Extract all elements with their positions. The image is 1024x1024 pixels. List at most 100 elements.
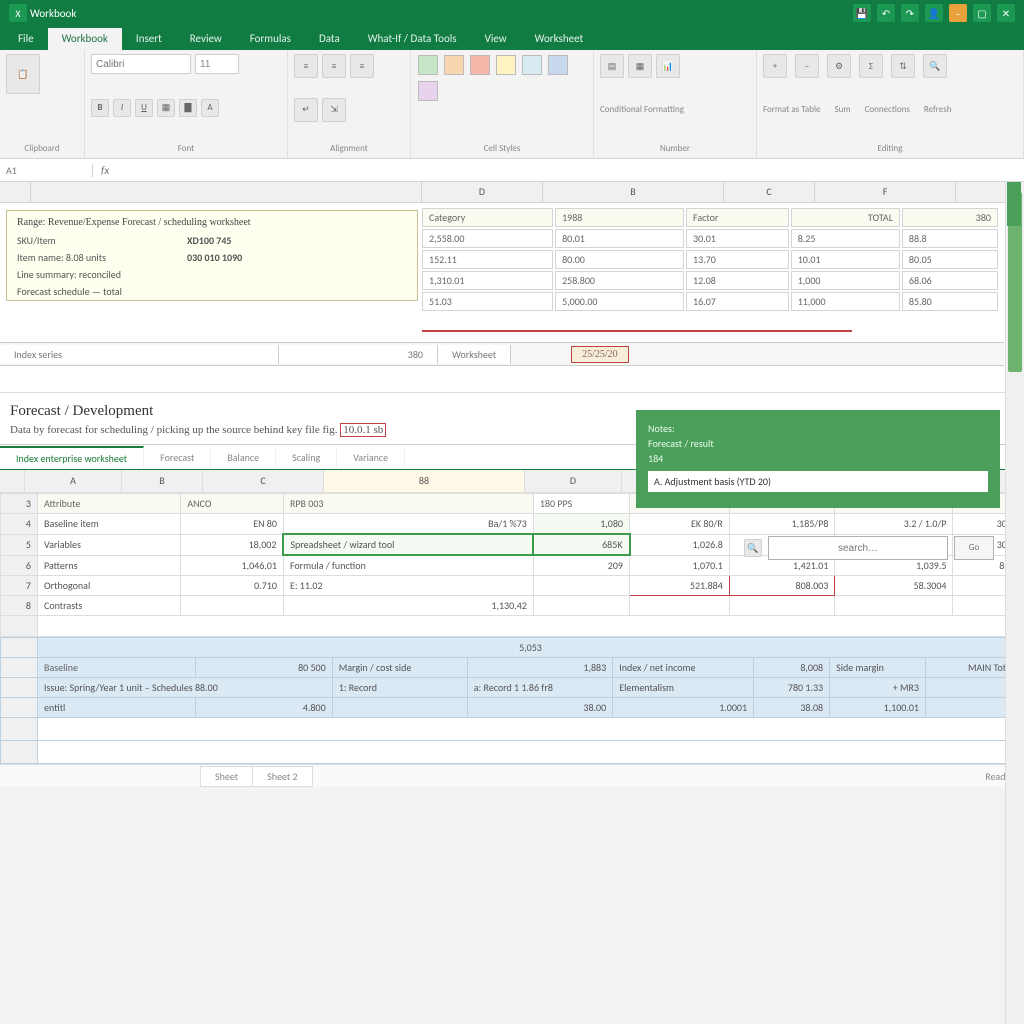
- tab-insert[interactable]: Insert: [122, 28, 176, 50]
- search-icon: 🔍: [744, 539, 762, 557]
- info-panel: Notes: Forecast / result 184 A. Adjustme…: [636, 410, 1000, 508]
- maximize-icon[interactable]: ▢: [973, 4, 991, 22]
- sort-icon[interactable]: ⇅: [891, 54, 915, 78]
- tab-review[interactable]: Review: [176, 28, 236, 50]
- formula-bar: A1 fx: [0, 159, 1024, 182]
- align-right-icon[interactable]: ≡: [350, 54, 374, 78]
- tab-worksheet[interactable]: Worksheet: [438, 345, 511, 364]
- sheet-tab-1[interactable]: Sheet: [200, 766, 253, 787]
- col-f[interactable]: F: [815, 182, 956, 202]
- underline-icon[interactable]: U: [135, 99, 153, 117]
- swatch-yellow[interactable]: [496, 55, 516, 75]
- swatch-tan[interactable]: [444, 55, 464, 75]
- embedded-data-table: 3 Attribute ANCO RPB 003 180 PPS IK 80/1…: [0, 493, 1024, 637]
- font-color-icon[interactable]: A: [201, 99, 219, 117]
- search-go-button[interactable]: Go: [954, 536, 994, 560]
- highlighted-value: 10.0.1 sb: [340, 423, 386, 437]
- mid-tabstrip: Index series 380 Worksheet 25/25/20: [0, 342, 1004, 366]
- tab-view[interactable]: View: [471, 28, 521, 50]
- search-input[interactable]: [768, 536, 948, 560]
- name-box[interactable]: A1: [0, 164, 93, 177]
- swatch-blue[interactable]: [548, 55, 568, 75]
- styles-group-label: Cell Styles: [417, 143, 587, 154]
- sect-tab-3[interactable]: Scaling: [276, 447, 337, 468]
- find-icon[interactable]: 🔍: [923, 54, 947, 78]
- red-outline-cell-1[interactable]: 521.884: [630, 576, 730, 596]
- sheet-tab-2[interactable]: Sheet 2: [252, 766, 312, 787]
- ribbon-tab-strip: File Workbook Insert Review Formulas Dat…: [0, 26, 1024, 50]
- tab-file[interactable]: File: [4, 28, 48, 50]
- undo-icon[interactable]: ↶: [877, 4, 895, 22]
- paste-icon[interactable]: 📋: [6, 54, 40, 94]
- green-selection-cell-1[interactable]: Spreadsheet / wizard tool: [283, 534, 533, 555]
- sheet-tab-strip: Sheet Sheet 2 Ready: [0, 764, 1024, 787]
- tab-whatif[interactable]: What-If / Data Tools: [354, 28, 471, 50]
- merge-icon[interactable]: ⇲: [322, 98, 346, 122]
- insert-cells-icon[interactable]: +: [763, 54, 787, 78]
- highlighted-date-cell[interactable]: 25/25/20: [571, 346, 629, 363]
- alignment-group-label: Alignment: [294, 143, 404, 154]
- vertical-scrollbar[interactable]: [1005, 182, 1024, 1024]
- sect-tab-1[interactable]: Forecast: [144, 447, 211, 468]
- user-icon[interactable]: 👤: [925, 4, 943, 22]
- tool-label-4: Refresh: [924, 104, 952, 115]
- tab-home[interactable]: Workbook: [48, 28, 122, 50]
- green-selection-cell-2[interactable]: 685K: [533, 534, 629, 555]
- tab-formulas[interactable]: Formulas: [236, 28, 305, 50]
- redo-icon[interactable]: ↷: [901, 4, 919, 22]
- tab-worksheet[interactable]: Worksheet: [521, 28, 598, 50]
- table-icon[interactable]: ▦: [628, 54, 652, 78]
- select-all-corner[interactable]: [0, 182, 31, 202]
- ribbon: 📋 Clipboard B I U ▦ ▇ A Font ≡ ≡ ≡ ↵ ⇲ A…: [0, 50, 1024, 159]
- minimize-icon[interactable]: –: [949, 4, 967, 22]
- save-icon[interactable]: 💾: [853, 4, 871, 22]
- editing-group-label: Editing: [763, 143, 1017, 154]
- close-icon[interactable]: ✕: [997, 4, 1015, 22]
- fill-color-icon[interactable]: ▇: [179, 99, 197, 117]
- sect-tab-2[interactable]: Balance: [211, 447, 276, 468]
- upper-data-table[interactable]: Category 1988 Factor TOTAL 380 2,558.008…: [420, 206, 1000, 313]
- red-outline-cell-2[interactable]: 808.003: [729, 576, 835, 596]
- sect-tab-0[interactable]: Index enterprise worksheet: [0, 446, 144, 469]
- app-icon: X: [9, 4, 27, 22]
- align-center-icon[interactable]: ≡: [322, 54, 346, 78]
- align-left-icon[interactable]: ≡: [294, 54, 318, 78]
- column-header-row: D B C F: [0, 182, 1024, 203]
- style-gallery[interactable]: [417, 54, 587, 102]
- font-name-input[interactable]: [91, 54, 191, 74]
- autosum-icon[interactable]: Σ: [859, 54, 883, 78]
- col-d[interactable]: D: [422, 182, 543, 202]
- clipboard-group-label: Clipboard: [6, 143, 78, 154]
- font-group-label: Font: [91, 143, 281, 154]
- upper-sheet-area[interactable]: D B C F Range: Revenue/Expense Forecast …: [0, 182, 1024, 392]
- sect-tab-4[interactable]: Variance: [337, 447, 405, 468]
- font-size-input[interactable]: [195, 54, 239, 74]
- border-icon[interactable]: ▦: [157, 99, 175, 117]
- format-icon[interactable]: ⚙: [827, 54, 851, 78]
- embedded-sheet[interactable]: ABC 88 DEFG 3 Attribute ANCO RPB 003 180…: [0, 470, 1024, 764]
- italic-icon[interactable]: I: [113, 99, 131, 117]
- fx-icon[interactable]: fx: [93, 164, 117, 177]
- summary-table[interactable]: 5,053 Baseline 80 500 Margin / cost side…: [0, 637, 1024, 764]
- col-b[interactable]: B: [543, 182, 724, 202]
- swatch-green[interactable]: [418, 55, 438, 75]
- tab-data[interactable]: Data: [305, 28, 354, 50]
- title-bar: X Workbook 💾 ↶ ↷ 👤 – ▢ ✕: [0, 0, 1024, 26]
- swatch-purple[interactable]: [418, 81, 438, 101]
- chart-icon[interactable]: 📊: [656, 54, 680, 78]
- wrap-text-icon[interactable]: ↵: [294, 98, 318, 122]
- swatch-lightblue[interactable]: [522, 55, 542, 75]
- swatch-salmon[interactable]: [470, 55, 490, 75]
- green-column-marker: [1007, 182, 1021, 226]
- search-box: 🔍 Go: [744, 536, 994, 560]
- cond-format-icon[interactable]: ▤: [600, 54, 624, 78]
- tool-label-1: Format as Table: [763, 104, 821, 115]
- tooltip-title: Range: Revenue/Expense Forecast / schedu…: [7, 211, 417, 232]
- tab-value[interactable]: 380: [279, 345, 438, 364]
- number-group-label: Number: [600, 143, 750, 154]
- col-c[interactable]: C: [724, 182, 815, 202]
- bold-icon[interactable]: B: [91, 99, 109, 117]
- delete-cells-icon[interactable]: –: [795, 54, 819, 78]
- active-col-header[interactable]: 88: [324, 470, 525, 492]
- tab-index[interactable]: Index series: [0, 345, 279, 364]
